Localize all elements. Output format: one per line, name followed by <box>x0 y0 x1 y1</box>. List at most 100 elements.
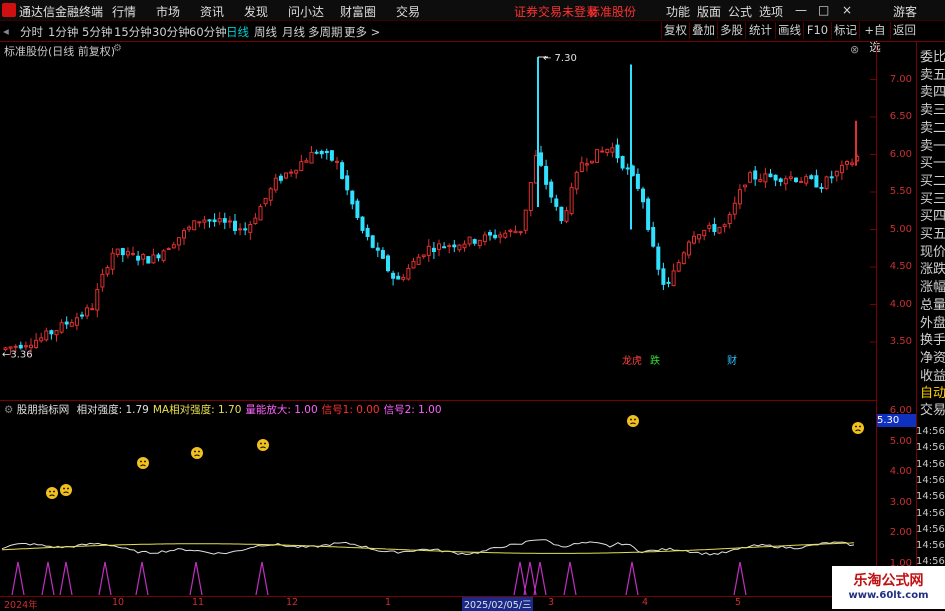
candle <box>467 236 472 247</box>
candle <box>248 221 253 240</box>
fuquan-button[interactable]: 复权 <box>661 22 689 39</box>
candle <box>396 272 401 280</box>
candle <box>610 142 615 158</box>
toggle-icon[interactable]: ◂ <box>3 24 9 38</box>
overlay-button[interactable]: 叠加 <box>689 22 717 39</box>
chart-close-icon[interactable]: ⊗ <box>850 43 859 56</box>
period-30min[interactable]: 30分钟 <box>152 24 190 40</box>
menu-ask[interactable]: 问小达 <box>288 3 324 20</box>
candle <box>625 163 630 175</box>
menu-formula[interactable]: 公式 <box>728 3 752 20</box>
menu-wealth[interactable]: 财富圈 <box>340 3 376 20</box>
candle <box>447 243 452 254</box>
candle <box>416 253 421 265</box>
period-60min[interactable]: 60分钟 <box>189 24 227 40</box>
candle <box>207 219 212 228</box>
back-button[interactable]: 返回 <box>890 22 918 39</box>
candle <box>457 244 462 253</box>
draw-line-button[interactable]: 画线 <box>775 22 803 39</box>
menu-options[interactable]: 选项 <box>759 3 783 20</box>
period-daily[interactable]: 日线 <box>226 24 249 40</box>
quote-field-label: 买一 <box>920 156 945 172</box>
date-tick: 3 <box>548 597 555 608</box>
candle <box>773 174 778 187</box>
event-marker[interactable]: 龙虎 <box>622 354 642 367</box>
menu-hangqing[interactable]: 行情 <box>112 3 136 20</box>
signal-spike <box>625 561 639 595</box>
event-marker[interactable]: 跌 <box>650 354 660 367</box>
candle <box>309 146 314 164</box>
candle <box>329 150 334 162</box>
candle <box>681 251 686 265</box>
candle <box>748 170 753 183</box>
candle <box>49 329 54 340</box>
trade-login-warning[interactable]: 证券交易未登录 <box>514 3 598 20</box>
candle <box>758 173 763 183</box>
candle <box>595 149 600 163</box>
signal-spike <box>41 561 55 595</box>
guest-label[interactable]: 游客 <box>893 3 917 20</box>
chart-settings-icon[interactable]: ⚙ <box>113 43 122 54</box>
candle <box>564 206 569 224</box>
candle <box>717 226 722 234</box>
candle <box>753 165 758 186</box>
event-marker[interactable]: 财 <box>727 354 737 367</box>
candle <box>212 213 217 227</box>
mark-button[interactable]: 标记 <box>831 22 859 39</box>
candle <box>156 252 161 262</box>
candle <box>141 252 146 266</box>
date-tick: 4 <box>642 597 649 608</box>
period-more[interactable]: 更多 > <box>344 24 380 40</box>
candle <box>131 246 135 256</box>
menu-discover[interactable]: 发现 <box>244 3 268 20</box>
period-multi[interactable]: 多周期 <box>308 24 343 40</box>
quote-field-label: 卖四 <box>920 85 945 101</box>
price-tick: 5.00 <box>889 223 912 235</box>
period-weekly[interactable]: 周线 <box>254 24 277 40</box>
menu-trade[interactable]: 交易 <box>396 3 420 20</box>
trade-time: 14:56 <box>916 540 945 552</box>
relative-strength-line <box>1 539 855 556</box>
candle <box>44 327 49 342</box>
maximize-button[interactable]: □ <box>818 3 829 17</box>
candle <box>692 231 696 245</box>
quote-field-label: 买三 <box>920 191 945 207</box>
candle <box>171 241 176 249</box>
candle <box>238 223 243 236</box>
sad-face-icon <box>191 447 203 459</box>
indicator-tick: 5.00 <box>889 435 912 447</box>
close-button[interactable]: × <box>842 3 852 17</box>
indicator-chart[interactable] <box>0 402 876 595</box>
candle <box>365 224 370 241</box>
sad-face-icon <box>627 415 639 427</box>
stats-button[interactable]: 统计 <box>745 22 775 39</box>
candle <box>697 233 702 244</box>
title-bar: 通达信金融终端 行情 市场 资讯 发现 问小达 财富圈 交易 证券交易未登录 标… <box>0 0 945 21</box>
indicator-tick: 4.00 <box>889 466 912 478</box>
candle <box>584 158 589 172</box>
menu-market[interactable]: 市场 <box>156 3 180 20</box>
candle <box>380 247 385 259</box>
menu-function[interactable]: 功能 <box>666 3 690 20</box>
add-watchlist-button[interactable]: +自选 <box>859 22 890 54</box>
watermark-url: www.60lt.com <box>848 590 929 601</box>
period-monthly[interactable]: 月线 <box>282 24 305 40</box>
candle <box>166 247 171 251</box>
candle <box>477 239 482 249</box>
period-1min[interactable]: 1分钟 <box>48 24 78 40</box>
period-5min[interactable]: 5分钟 <box>82 24 112 40</box>
candlestick-chart[interactable]: ← 7.30 ←3.36 龙虎跌 财 <box>0 42 876 367</box>
menu-news[interactable]: 资讯 <box>200 3 224 20</box>
quote-field-label: 总量 <box>920 297 945 313</box>
period-fenshi[interactable]: 分时 <box>20 24 43 40</box>
candle <box>314 149 319 155</box>
trade-time: 14:56 <box>916 474 945 486</box>
f10-button[interactable]: F10 <box>803 22 831 39</box>
watermark-title: 乐淘公式网 <box>853 573 924 589</box>
candle <box>227 216 232 229</box>
minimize-button[interactable]: — <box>795 3 807 17</box>
menu-layout[interactable]: 版面 <box>697 3 721 20</box>
multistock-button[interactable]: 多股 <box>717 22 745 39</box>
period-15min[interactable]: 15分钟 <box>114 24 152 40</box>
candle <box>482 231 487 246</box>
